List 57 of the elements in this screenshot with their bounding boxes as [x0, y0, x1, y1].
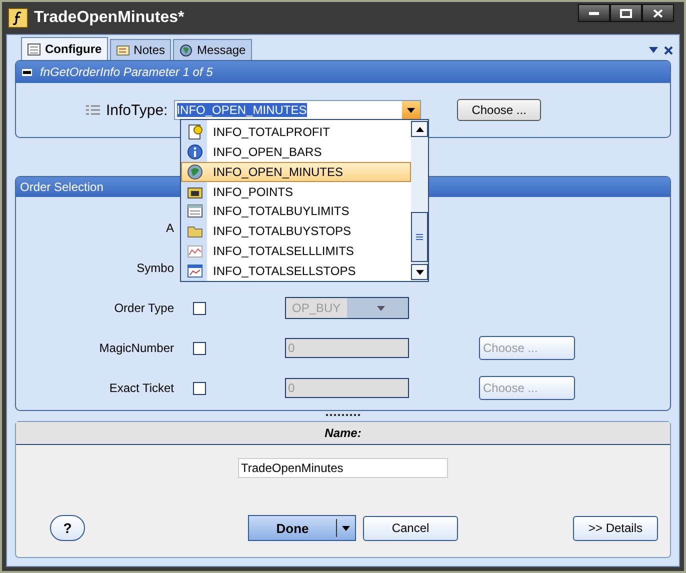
scroll-up-button[interactable]: [411, 121, 428, 137]
scroll-thumb[interactable]: [411, 212, 428, 262]
close-icon: [653, 8, 663, 18]
dropdown-arrow-icon[interactable]: [649, 47, 658, 53]
chart-icon: [187, 243, 203, 260]
tab[interactable]: Notes: [110, 39, 172, 60]
done-button[interactable]: Done: [248, 515, 356, 541]
window-chart-icon: [187, 263, 203, 280]
minimize-icon: [589, 12, 599, 14]
help-button[interactable]: ?: [50, 515, 85, 541]
details-button[interactable]: >> Details: [573, 516, 658, 540]
cancel-button[interactable]: Cancel: [363, 516, 458, 540]
help-document-icon: [187, 124, 203, 140]
form-icon: [27, 42, 41, 56]
name-field[interactable]: TradeOpenMinutes: [238, 458, 448, 478]
dropdown-item[interactable]: INFO_POINTS: [181, 182, 411, 202]
panel-title: Order Selection: [20, 180, 104, 194]
tab[interactable]: Configure: [21, 37, 108, 60]
field-label: A: [164, 221, 175, 235]
splitter-grip[interactable]: [326, 414, 360, 418]
minimize-button[interactable]: [578, 4, 610, 22]
field-label: MagicNumber: [98, 341, 175, 355]
caret-down-icon: [342, 526, 350, 530]
field-label: InfoType:: [106, 102, 168, 118]
dropdown-item[interactable]: INFO_TOTALBUYSTOPS: [181, 221, 411, 242]
note-icon: [116, 44, 130, 56]
collapse-icon[interactable]: [22, 68, 32, 76]
choose-button[interactable]: Choose ...: [456, 99, 542, 121]
dropdown-item[interactable]: INFO_TOTALSELLSTOPS: [181, 261, 411, 281]
close-button[interactable]: [642, 4, 674, 22]
globe-icon: [187, 164, 203, 180]
field-label: Symbo: [136, 261, 175, 275]
panel-title: fnGetOrderInfo Parameter 1 of 5: [40, 65, 213, 79]
caret-down-icon: [416, 270, 424, 274]
field-label: Order Type: [113, 301, 175, 315]
panel-title: Name:: [324, 426, 362, 440]
scroll-down-button[interactable]: [411, 264, 428, 280]
dropdown-item[interactable]: INFO_TOTALBUYLIMITS: [181, 202, 411, 222]
app-logo-icon: [8, 8, 28, 28]
dropdown-item[interactable]: INFO_TOTALPROFIT: [181, 122, 411, 142]
globe-icon: [179, 44, 194, 56]
info-icon: [187, 144, 203, 160]
caret-down-icon: [406, 108, 415, 112]
info-type-combo[interactable]: INFO_OPEN_MINUTES: [174, 100, 421, 120]
dropdown-item[interactable]: INFO_OPEN_MINUTES: [181, 162, 411, 182]
maximize-button[interactable]: [610, 4, 642, 22]
table-icon: [187, 203, 203, 220]
caret-down-icon: [376, 306, 384, 310]
close-icon[interactable]: [664, 46, 673, 54]
window-title: TradeOpenMinutes*: [34, 9, 186, 27]
list-icon: [86, 104, 100, 116]
field-label: Exact Ticket: [108, 381, 175, 395]
tab[interactable]: Message: [173, 39, 252, 60]
caret-up-icon: [416, 126, 424, 132]
dropdown-item[interactable]: INFO_TOTALSELLLIMITS: [181, 241, 411, 262]
maximize-icon: [620, 8, 632, 18]
dropdown-item[interactable]: INFO_OPEN_BARS: [181, 142, 411, 162]
